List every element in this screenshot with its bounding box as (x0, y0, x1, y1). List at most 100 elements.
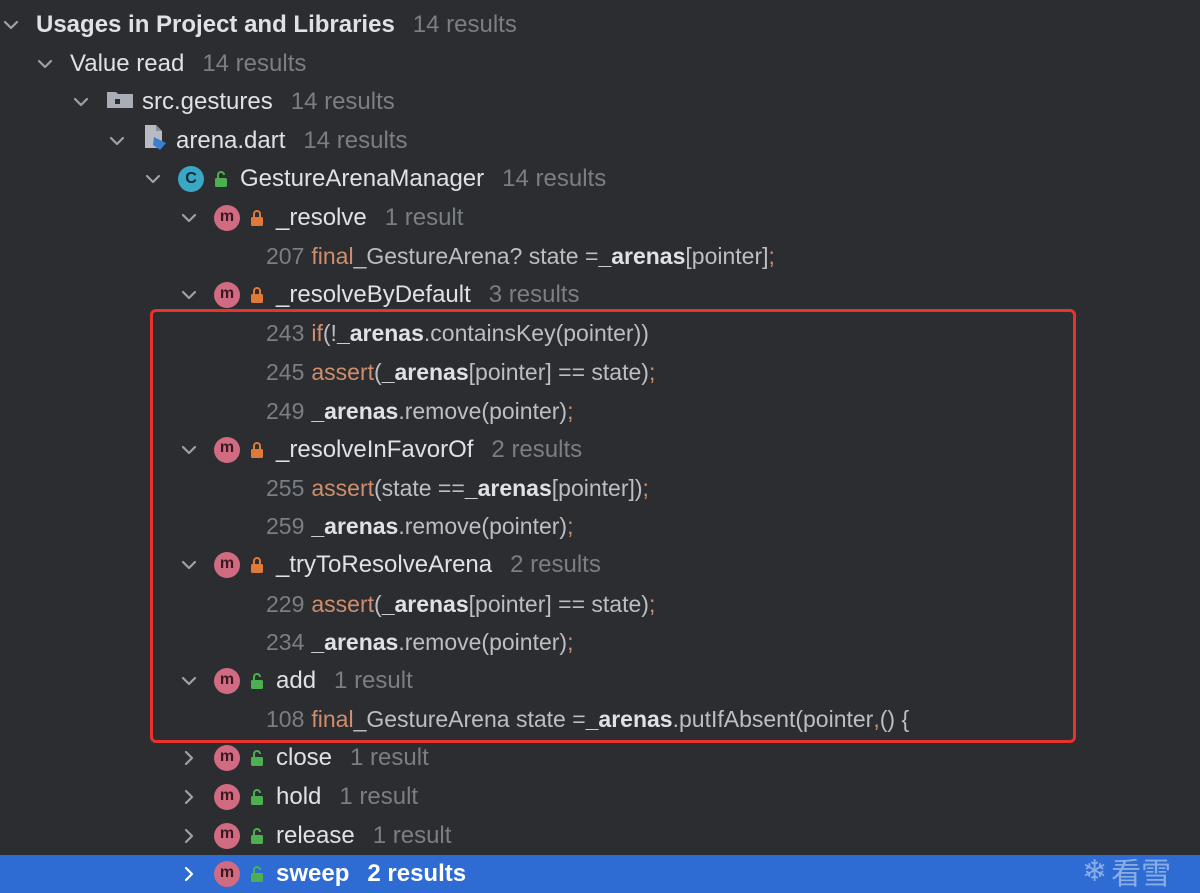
tree-node[interactable]: m hold 1 result (0, 778, 1200, 816)
code-token: ; (648, 590, 656, 617)
code-token: _arenas (336, 320, 424, 347)
chevron-down-icon[interactable] (70, 91, 92, 113)
code-token: .remove(pointer) (398, 629, 568, 656)
code-line[interactable]: 229 assert(_arenas [pointer] == state); (0, 585, 1200, 623)
result-count: 2 results (367, 860, 467, 888)
chevron-right-icon[interactable] (178, 825, 200, 847)
tree-node[interactable]: Usages in Project and Libraries 14 result… (0, 6, 1200, 44)
code-token: .putIfAbsent(pointer (672, 706, 874, 733)
node-name: release (276, 821, 355, 849)
node-name: src.gestures (142, 88, 273, 116)
node-name: Usages in Project and Libraries (36, 11, 395, 38)
result-count: 14 results (412, 11, 517, 38)
code-token: _arenas (464, 474, 552, 501)
tree-node[interactable]: Value read 14 results (0, 45, 1200, 83)
line-number: 259 (266, 513, 305, 540)
code-line[interactable]: 249 _arenas .remove(pointer); (0, 392, 1200, 430)
chevron-right-icon[interactable] (178, 863, 200, 885)
chevron-down-icon[interactable] (178, 284, 200, 306)
code-token: [pointer] == state) (468, 358, 649, 385)
result-count: 14 results (502, 165, 607, 193)
public-lock-icon (210, 168, 232, 190)
result-count: 14 results (202, 49, 307, 77)
chevron-down-icon[interactable] (178, 207, 200, 229)
public-lock-icon (246, 825, 268, 847)
tree-node[interactable]: m _resolve 1 result (0, 199, 1200, 237)
chevron-down-icon[interactable] (34, 53, 56, 75)
code-token: .remove(pointer) (398, 397, 568, 424)
code-token: [pointer]) (551, 474, 643, 501)
watermark-text: 看雪 (1111, 857, 1172, 892)
code-token: (! (322, 320, 337, 347)
tree-node[interactable]: m _resolveByDefault 3 results (0, 276, 1200, 314)
private-lock-icon (246, 439, 268, 461)
code-line[interactable]: 243 if (! _arenas .containsKey(pointer)) (0, 315, 1200, 353)
chevron-down-icon[interactable] (178, 554, 200, 576)
method-icon: m (214, 282, 240, 309)
chevron-down-icon[interactable] (0, 14, 22, 36)
code-token: final (311, 706, 354, 733)
tree-node[interactable]: C GestureArenaManager 14 results (0, 160, 1200, 198)
line-number: 207 (266, 243, 305, 270)
code-token: assert (311, 590, 375, 617)
code-token: assert (311, 474, 375, 501)
tree-node[interactable]: m close 1 result (0, 739, 1200, 777)
method-icon: m (214, 784, 240, 810)
code-token: assert (311, 358, 375, 385)
code-line[interactable]: 108 final _GestureArena state = _arenas .p… (0, 701, 1200, 739)
line-number: 234 (266, 629, 305, 656)
public-lock-icon (246, 747, 268, 769)
chevron-down-icon[interactable] (178, 670, 200, 692)
line-number: 229 (266, 590, 305, 617)
code-token: _arenas (311, 629, 399, 656)
code-line[interactable]: 207 final _GestureArena? state = _arenas[… (0, 238, 1200, 276)
code-line[interactable]: 245 assert(_arenas [pointer] == state); (0, 353, 1200, 391)
code-token: .containsKey(pointer)) (423, 320, 649, 347)
chevron-right-icon[interactable] (178, 786, 200, 808)
method-icon: m (214, 668, 240, 695)
code-token: _arenas (585, 706, 673, 733)
tree-node[interactable]: m add 1 result (0, 662, 1200, 700)
snowflake-icon: ❄ (1082, 853, 1108, 889)
chevron-down-icon[interactable] (106, 130, 128, 152)
code-token: _arenas (311, 397, 399, 424)
method-icon: m (214, 822, 240, 849)
method-icon: m (214, 436, 240, 463)
node-name: _tryToResolveArena (276, 551, 493, 579)
tree-node[interactable]: m release 1 result (0, 817, 1200, 855)
find-usages-tree: Usages in Project and Libraries 14 result… (0, 0, 1200, 893)
code-token: ; (567, 629, 574, 656)
code-token: _arenas (381, 358, 469, 385)
result-count: 1 result (372, 821, 452, 849)
code-token: () { (879, 706, 910, 733)
chevron-down-icon[interactable] (178, 439, 200, 461)
chevron-right-icon[interactable] (178, 747, 200, 769)
method-icon: m (214, 861, 240, 888)
private-lock-icon (246, 207, 268, 229)
code-token: ; (567, 397, 574, 424)
result-count: 3 results (488, 281, 580, 309)
tree-node[interactable]: src.gestures 14 results (0, 83, 1200, 121)
public-lock-icon (246, 670, 268, 692)
tree-node[interactable]: m _tryToResolveArena 2 results (0, 546, 1200, 584)
result-count: 2 results (491, 435, 583, 463)
code-token: ; (567, 513, 574, 540)
code-token: _arenas (381, 590, 469, 617)
class-icon: C (178, 166, 204, 193)
code-token: _arenas (598, 243, 686, 270)
line-number: 255 (266, 474, 305, 501)
result-count: 1 result (339, 783, 419, 810)
code-line[interactable]: 259 _arenas .remove(pointer); (0, 508, 1200, 546)
node-name: sweep (276, 860, 350, 888)
code-token: ( (374, 590, 382, 617)
tree-node[interactable]: m sweep 2 results (0, 855, 1200, 893)
line-number: 108 (266, 706, 305, 733)
chevron-down-icon[interactable] (142, 168, 164, 190)
code-line[interactable]: 255 assert (state == _arenas [pointer]); (0, 469, 1200, 507)
tree-node[interactable]: m _resolveInFavorOf 2 results (0, 431, 1200, 469)
result-count: 1 result (334, 667, 413, 695)
line-number: 245 (266, 358, 305, 385)
method-icon: m (214, 205, 240, 231)
code-line[interactable]: 234 _arenas .remove(pointer); (0, 624, 1200, 662)
tree-node[interactable]: arena.dart 14 results (0, 122, 1200, 160)
